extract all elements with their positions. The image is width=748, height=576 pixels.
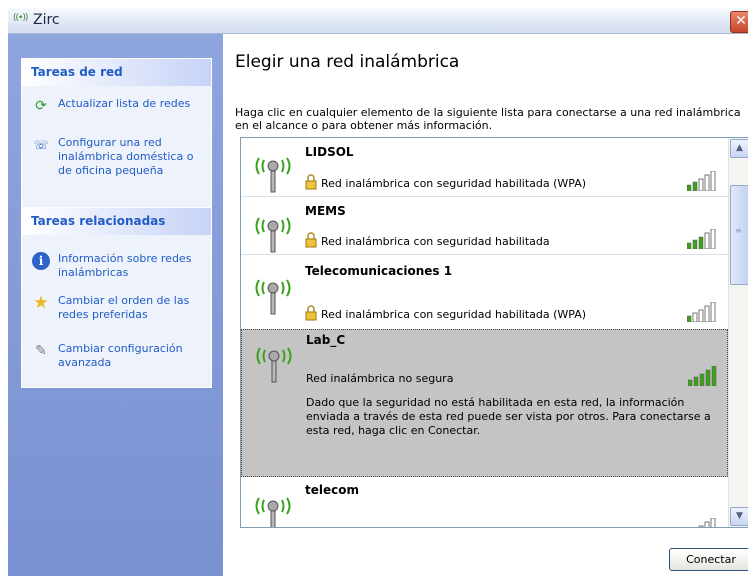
- security-status: Red inalámbrica con seguridad habilitada: [321, 235, 550, 248]
- network-list[interactable]: LIDSOL Red inalámbrica con seguridad hab…: [240, 137, 748, 528]
- network-details: Dado que la seguridad no está habilitada…: [306, 396, 711, 437]
- signal-strength-icon: [687, 171, 716, 191]
- refresh-icon: ⟳: [35, 98, 47, 114]
- wireless-antenna-icon: [255, 497, 291, 527]
- security-status: Red inalámbrica con seguridad habilitada…: [321, 308, 587, 321]
- scroll-up-button[interactable]: ▲: [730, 139, 748, 158]
- network-tasks-panel: Tareas de red ⟳ Actualizar lista de rede…: [21, 58, 212, 208]
- lock-icon: [305, 232, 317, 248]
- scroll-down-button[interactable]: ▼: [730, 507, 748, 526]
- page-title: Elegir una red inalámbrica: [235, 52, 460, 72]
- list-scrollbar[interactable]: ▲ ≡ ▼: [728, 138, 748, 527]
- close-button[interactable]: ✕: [730, 11, 748, 33]
- window-title: Zirc: [33, 12, 60, 28]
- title-bar[interactable]: ((•)) Zirc ✕: [8, 8, 748, 34]
- lock-icon: [305, 305, 317, 321]
- signal-strength-icon: [687, 229, 716, 249]
- wireless-setup-icon: ☏: [33, 138, 49, 152]
- wireless-antenna-icon: [255, 217, 291, 253]
- signal-strength-icon: [687, 302, 716, 322]
- instructions-text: Haga clic en cualquier elemento de la si…: [235, 106, 741, 132]
- wireless-signal-icon: ((•)): [13, 13, 28, 23]
- configure-wireless-label: Configurar una red inalámbrica doméstica…: [58, 136, 194, 177]
- star-icon: ★: [33, 293, 49, 313]
- wireless-antenna-icon: [255, 157, 291, 193]
- sidebar: Tareas de red ⟳ Actualizar lista de rede…: [8, 34, 223, 576]
- change-preferred-order-label: Cambiar el orden de las redes preferidas: [58, 294, 190, 321]
- refresh-network-list-label: Actualizar lista de redes: [58, 97, 191, 110]
- related-tasks-header: Tareas relacionadas: [22, 208, 211, 235]
- network-name: LIDSOL: [305, 145, 354, 159]
- settings-icon: ✎: [35, 343, 47, 359]
- info-icon: i: [32, 252, 50, 270]
- security-status: Red inalámbrica con seguridad habilitada…: [321, 177, 587, 190]
- security-status: Red inalámbrica no segura: [306, 372, 454, 385]
- network-row-lidsol[interactable]: LIDSOL Red inalámbrica con seguridad hab…: [241, 138, 728, 195]
- window: ((•)) Zirc ✕ Tareas de red ⟳ Actualizar …: [8, 8, 748, 576]
- network-name: Telecomunicaciones 1: [305, 264, 453, 278]
- related-tasks-panel: Tareas relacionadas i Información sobre …: [21, 207, 212, 388]
- lock-icon: [305, 174, 317, 190]
- scrollbar-thumb[interactable]: ≡: [730, 185, 748, 285]
- connect-button[interactable]: Conectar: [669, 548, 748, 571]
- network-row-telecomunicaciones-1[interactable]: Telecomunicaciones 1 Red inalámbrica con…: [241, 256, 728, 328]
- signal-strength-icon: [698, 518, 716, 527]
- network-name: telecom: [305, 483, 359, 497]
- network-name: Lab_C: [306, 333, 346, 347]
- wireless-antenna-icon: [255, 279, 291, 315]
- wireless-info-label: Información sobre redes inalámbricas: [58, 252, 192, 279]
- advanced-settings-label: Cambiar configuración avanzada: [58, 342, 183, 369]
- main-content: Elegir una red inalámbrica Haga clic en …: [223, 34, 748, 576]
- signal-strength-icon: [688, 366, 717, 386]
- network-name: MEMS: [305, 204, 346, 218]
- network-tasks-header: Tareas de red: [22, 59, 211, 86]
- wireless-antenna-icon: [256, 347, 292, 383]
- network-row-lab-c[interactable]: Lab_C Red inalámbrica no segura Dado que…: [241, 329, 728, 477]
- network-row-telecom[interactable]: telecom: [241, 480, 728, 527]
- network-row-mems[interactable]: MEMS Red inalámbrica con seguridad habil…: [241, 198, 728, 253]
